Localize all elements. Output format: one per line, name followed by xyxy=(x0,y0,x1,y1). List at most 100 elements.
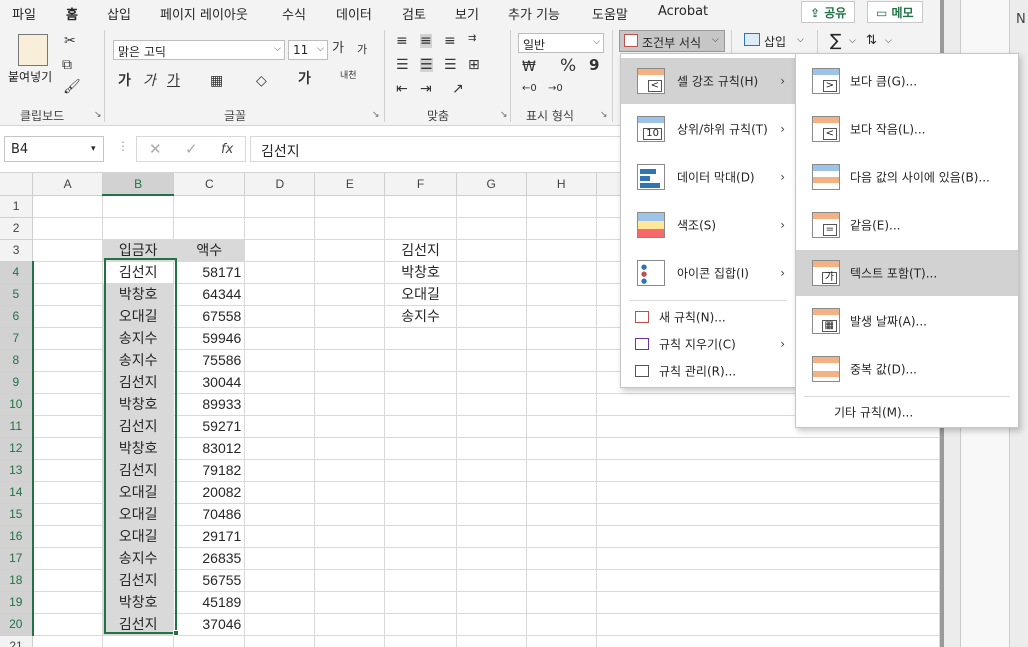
cell[interactable] xyxy=(32,459,104,482)
borders-icon[interactable]: ▦ xyxy=(210,74,223,88)
cell[interactable] xyxy=(596,525,940,548)
cell[interactable] xyxy=(384,613,457,636)
cell[interactable] xyxy=(526,239,597,262)
cell[interactable] xyxy=(384,547,457,570)
insert-button[interactable]: 삽입 xyxy=(764,33,786,50)
cell[interactable] xyxy=(384,459,457,482)
row-header[interactable]: 17 xyxy=(0,547,34,570)
cell[interactable] xyxy=(244,613,316,636)
cell[interactable] xyxy=(596,569,940,592)
cell[interactable] xyxy=(314,393,386,416)
align-center-icon[interactable]: ☰ xyxy=(420,58,433,72)
cell[interactable] xyxy=(384,481,457,504)
cell[interactable] xyxy=(244,437,316,460)
cell[interactable] xyxy=(244,217,316,240)
italic-button[interactable]: 가 xyxy=(143,74,156,88)
underline-button[interactable]: 가 xyxy=(167,74,180,88)
merge-icon[interactable]: ⊞ xyxy=(468,58,480,72)
cell-amount[interactable]: 67558 xyxy=(173,305,246,328)
cell[interactable] xyxy=(526,591,597,614)
tab-help[interactable]: 도움말 xyxy=(592,4,628,23)
cell[interactable] xyxy=(244,503,316,526)
cell[interactable] xyxy=(526,569,597,592)
cell[interactable] xyxy=(102,195,175,218)
row-header[interactable]: 14 xyxy=(0,481,34,504)
row-header[interactable]: 10 xyxy=(0,393,34,416)
tab-review[interactable]: 검토 xyxy=(402,4,426,23)
cell[interactable] xyxy=(244,459,316,482)
cell[interactable] xyxy=(526,525,597,548)
cell-amount[interactable]: 59946 xyxy=(173,327,246,350)
cell[interactable] xyxy=(526,415,597,438)
cell[interactable] xyxy=(456,261,527,284)
cell[interactable] xyxy=(244,305,316,328)
column-header-d[interactable]: D xyxy=(244,173,316,196)
submenu-less-than[interactable]: < 보다 작음(L)... xyxy=(796,106,1018,152)
sort-filter-icon[interactable]: ⇅ xyxy=(866,33,877,48)
cell[interactable] xyxy=(32,591,104,614)
cell[interactable] xyxy=(244,327,316,350)
cell[interactable] xyxy=(314,217,386,240)
cell[interactable] xyxy=(596,547,940,570)
row-header[interactable]: 18 xyxy=(0,569,34,592)
cell[interactable] xyxy=(244,371,316,394)
cell[interactable] xyxy=(526,327,597,350)
row-header[interactable]: 11 xyxy=(0,415,34,438)
cell[interactable] xyxy=(384,217,457,240)
cell[interactable] xyxy=(526,503,597,526)
cell[interactable] xyxy=(314,481,386,504)
cell[interactable] xyxy=(456,437,527,460)
cell[interactable] xyxy=(102,635,175,647)
font-launcher-icon[interactable]: ↘ xyxy=(372,110,380,120)
cell[interactable] xyxy=(314,349,386,372)
cut-icon[interactable]: ✂ xyxy=(64,34,76,48)
cell-amount[interactable]: 70486 xyxy=(173,503,246,526)
cell[interactable] xyxy=(244,525,316,548)
cell[interactable] xyxy=(32,217,104,240)
cell-amount[interactable]: 58171 xyxy=(173,261,246,284)
cell[interactable] xyxy=(384,327,457,350)
cell[interactable] xyxy=(32,239,104,262)
column-header-c[interactable]: C xyxy=(173,173,246,196)
cell[interactable] xyxy=(596,437,940,460)
cell[interactable] xyxy=(526,283,597,306)
chevron-down-icon[interactable]: ⌵ xyxy=(885,36,892,46)
cell-header-amount[interactable]: 액수 xyxy=(173,239,246,262)
cell[interactable] xyxy=(32,635,104,647)
paste-icon[interactable] xyxy=(18,34,48,66)
format-painter-icon[interactable]: 🖌 xyxy=(63,80,81,94)
row-header[interactable]: 15 xyxy=(0,503,34,526)
number-format-combo[interactable]: 일반 ⌵ xyxy=(518,33,604,53)
submenu-between[interactable]: 다음 값의 사이에 있음(B)... xyxy=(796,154,1018,200)
align-right-icon[interactable]: ☰ xyxy=(444,58,457,72)
column-header-a[interactable]: A xyxy=(32,173,104,196)
shrink-font-button[interactable]: 가 xyxy=(357,44,367,55)
row-header[interactable]: 19 xyxy=(0,591,34,614)
cell-amount[interactable]: 83012 xyxy=(173,437,246,460)
cell[interactable] xyxy=(456,195,527,218)
cancel-icon[interactable]: ✕ xyxy=(149,140,162,158)
cell[interactable] xyxy=(244,547,316,570)
cell[interactable] xyxy=(384,393,457,416)
cell-depositor[interactable]: 오대길 xyxy=(102,525,175,548)
cell[interactable] xyxy=(456,635,527,647)
align-middle-icon[interactable]: ≡ xyxy=(420,34,432,48)
cell[interactable] xyxy=(596,591,940,614)
cell[interactable] xyxy=(32,261,104,284)
cell-name-list[interactable]: 박창호 xyxy=(384,261,457,284)
column-header-f[interactable]: F xyxy=(384,173,457,196)
cell[interactable] xyxy=(456,525,527,548)
cell[interactable] xyxy=(456,415,527,438)
column-header-b[interactable]: B xyxy=(102,173,175,196)
grow-font-button[interactable]: 가 xyxy=(332,42,344,55)
cell[interactable] xyxy=(244,239,316,262)
cell[interactable] xyxy=(32,195,104,218)
clipboard-launcher-icon[interactable]: ↘ xyxy=(94,110,102,120)
cell-depositor[interactable]: 박창호 xyxy=(102,393,175,416)
cell[interactable] xyxy=(526,217,597,240)
cell[interactable] xyxy=(596,459,940,482)
copy-icon[interactable]: ⧉ xyxy=(62,58,72,72)
row-header[interactable]: 3 xyxy=(0,239,34,262)
cell[interactable] xyxy=(32,415,104,438)
font-color-button[interactable]: 가 xyxy=(298,72,311,86)
